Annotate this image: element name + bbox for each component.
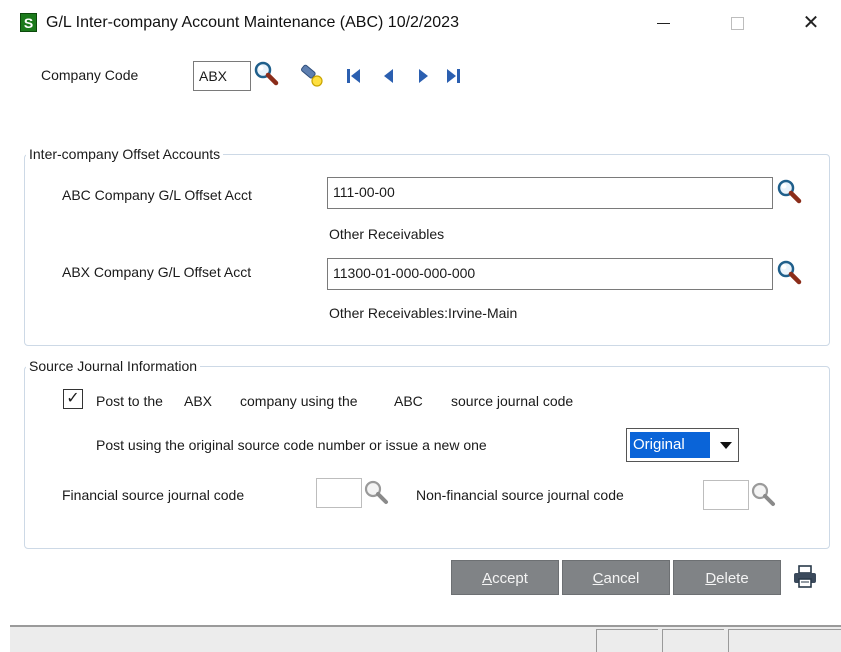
company-code-input[interactable]: ABX: [193, 61, 251, 91]
post-using-selected-value: Original: [630, 432, 710, 458]
flashlight-icon[interactable]: [298, 62, 324, 88]
status-segment-2: [662, 629, 724, 652]
abc-offset-description: Other Receivables: [329, 226, 445, 242]
status-segment-3: [728, 629, 841, 652]
post-to-company-checkbox[interactable]: ✓: [63, 389, 83, 409]
abx-offset-lookup-icon[interactable]: [776, 259, 802, 285]
printer-icon[interactable]: [792, 565, 818, 589]
financial-code-label: Financial source journal code: [62, 487, 245, 503]
post-label-2: company using the: [240, 393, 358, 409]
company-code-label: Company Code: [41, 67, 139, 83]
cancel-button[interactable]: Cancel: [562, 560, 670, 595]
cancel-label: ancel: [603, 570, 640, 587]
first-record-icon[interactable]: [346, 68, 362, 84]
post-source-company-code: ABC: [394, 393, 423, 409]
minimize-button[interactable]: [648, 10, 678, 36]
abc-offset-input[interactable]: 111-00-00: [327, 177, 773, 209]
abx-offset-label: ABX Company G/L Offset Acct: [62, 264, 252, 280]
accept-button[interactable]: Accept: [451, 560, 559, 595]
abx-offset-input[interactable]: 11300-01-000-000-000: [327, 258, 773, 290]
abx-offset-description: Other Receivables:Irvine-Main: [329, 305, 518, 321]
chevron-down-icon[interactable]: [720, 441, 732, 449]
post-using-label: Post using the original source code numb…: [96, 437, 487, 453]
app-icon: S: [20, 13, 37, 32]
cancel-mnemonic: C: [592, 570, 604, 587]
post-using-select[interactable]: Original: [626, 428, 739, 462]
accept-mnemonic: A: [482, 570, 493, 587]
close-button[interactable]: ✕: [796, 10, 826, 36]
abc-offset-lookup-icon[interactable]: [776, 178, 802, 204]
financial-code-lookup-icon[interactable]: [363, 479, 389, 505]
last-record-icon[interactable]: [445, 68, 461, 84]
abc-offset-label: ABC Company G/L Offset Acct: [62, 187, 252, 203]
status-segment-1: [596, 629, 658, 652]
company-lookup-icon[interactable]: [253, 60, 279, 86]
delete-button[interactable]: Delete: [673, 560, 781, 595]
accept-label: ccept: [492, 570, 528, 587]
maximize-button[interactable]: [722, 10, 752, 36]
next-record-icon[interactable]: [415, 68, 431, 84]
post-label-1: Post to the: [96, 393, 163, 409]
delete-mnemonic: D: [705, 570, 717, 587]
window-title: G/L Inter-company Account Maintenance (A…: [46, 14, 459, 31]
nonfinancial-code-input[interactable]: [703, 480, 749, 510]
nonfinancial-code-label: Non-financial source journal code: [416, 487, 624, 503]
post-company-code: ABX: [184, 393, 213, 409]
source-journal-legend: Source Journal Information: [26, 357, 201, 375]
delete-label: elete: [716, 570, 749, 587]
post-label-3: source journal code: [451, 393, 574, 409]
nonfinancial-code-lookup-icon[interactable]: [750, 481, 776, 507]
offset-accounts-legend: Inter-company Offset Accounts: [26, 145, 224, 163]
financial-code-input[interactable]: [316, 478, 362, 508]
previous-record-icon[interactable]: [381, 68, 397, 84]
